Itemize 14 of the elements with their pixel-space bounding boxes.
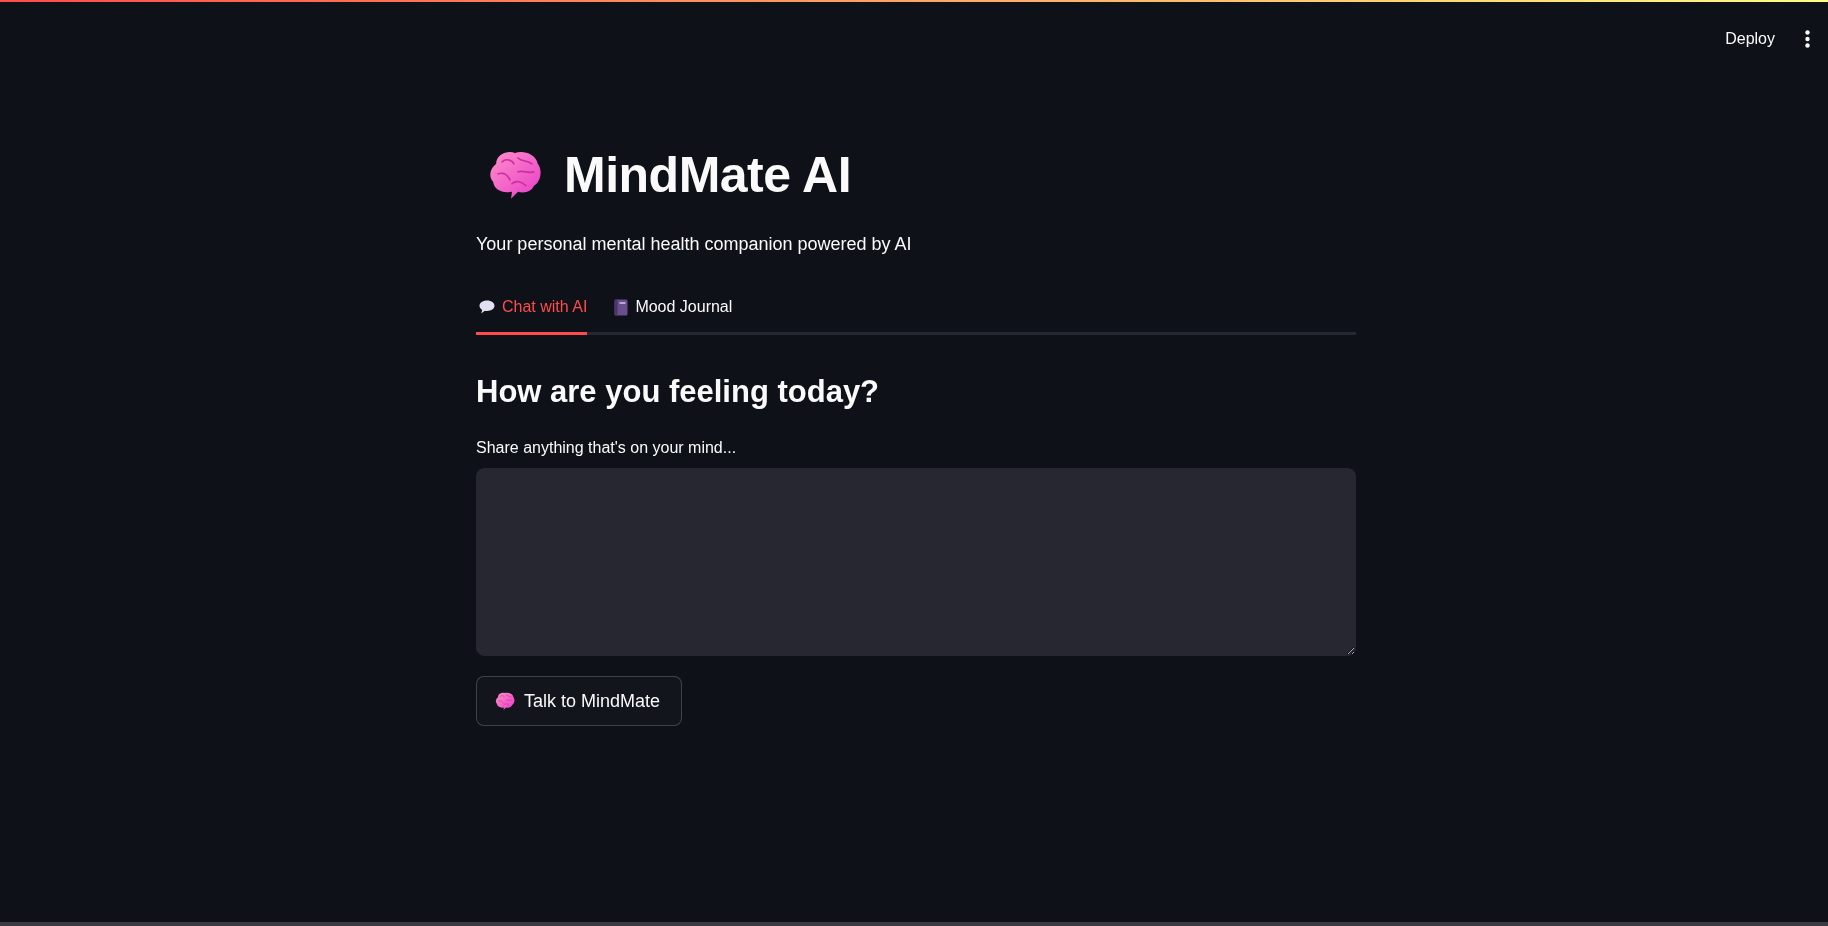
tab[interactable]: Chat with AI [476,284,588,335]
tab[interactable]: Mood Journal [611,284,733,335]
speech-bubble-icon [479,300,495,314]
app-subtitle: Your personal mental health companion powered by AI [476,233,913,256]
app-title: MindMate AI [564,150,852,200]
talk-button[interactable]: Talk to MindMate [476,676,682,726]
brain-icon [495,691,515,711]
section-heading: How are you feeling today? [476,373,881,411]
deploy-button[interactable]: Deploy [1717,24,1783,54]
message-input[interactable] [476,468,1356,656]
menu-icon [1805,30,1810,48]
notebook-icon [614,298,629,316]
brain-icon [488,150,542,200]
field-label: Share anything that's on your mind... [476,438,738,458]
